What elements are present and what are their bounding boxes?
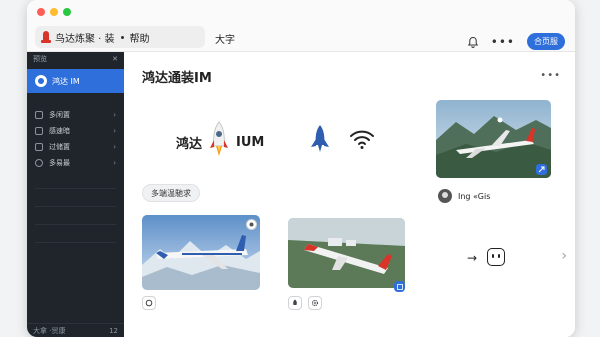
profile-label: Ing «Gis (458, 191, 491, 201)
sidebar-item-label: 过储置 (49, 143, 70, 151)
zoom-window-button[interactable] (63, 8, 71, 16)
minimize-window-button[interactable] (50, 8, 58, 16)
avatar (35, 75, 47, 87)
close-window-button[interactable] (37, 8, 45, 16)
sidebar-user-label: 鸿达 IM (52, 76, 80, 86)
chevron-right-icon: › (113, 111, 116, 119)
chevron-right-icon: › (113, 127, 116, 135)
favorite-icon[interactable] (246, 219, 257, 230)
sidebar-user-item[interactable]: 鸿达 IM (27, 69, 124, 93)
aircraft-image-card[interactable] (436, 100, 551, 178)
tab-main[interactable]: 鸟达炼聚 · 装 帮助 (35, 26, 205, 48)
face-icon[interactable] (487, 248, 505, 266)
sidebar-item-1[interactable]: 感速暗 › (27, 123, 124, 139)
aircraft-snow-mountain-image (142, 215, 260, 290)
aircraft-image-card[interactable] (288, 218, 405, 288)
wifi-icon (35, 159, 43, 167)
tab-help-label[interactable]: 帮助 (130, 30, 150, 45)
hero-banner: 鸿达 IUM (176, 120, 264, 164)
sidebar-footer-count: 12 (109, 326, 118, 335)
sidebar-divider (35, 232, 116, 243)
rocket-icon (309, 124, 331, 160)
avatar (438, 189, 452, 203)
close-icon[interactable]: ✕ (112, 55, 118, 63)
refresh-icon[interactable] (142, 296, 156, 310)
app-logo-icon (41, 31, 51, 43)
page-title: 鸿达通装IM (142, 71, 212, 86)
aircraft-runway-image (288, 218, 405, 288)
main-content: 鸿达通装IM ••• 鸿达 IUM Ing «Gis 多端温馳求 → › (124, 52, 575, 337)
sidebar-header: 预览 ✕ (27, 52, 124, 66)
sidebar-footer: 大拿 ·贸康 12 (27, 323, 124, 337)
hero-text-right: IUM (236, 134, 265, 150)
sidebar: 预览 ✕ 鸿达 IM 多闲置 › 感速暗 › 过储置 › 多易最 › 大拿 ·贸… (27, 52, 124, 337)
chevron-right-icon: › (113, 159, 116, 167)
sidebar-item-2[interactable]: 过储置 › (27, 139, 124, 155)
rocket-small-icon[interactable] (288, 296, 302, 310)
expand-badge-icon[interactable] (394, 281, 405, 292)
titlebar-actions: ••• 合页服 (467, 33, 565, 50)
aircraft-image-card[interactable] (142, 215, 260, 290)
shield-icon (35, 111, 43, 119)
filter-chip[interactable]: 多端温馳求 (142, 184, 200, 202)
chevron-right-icon: › (113, 143, 116, 151)
more-options-icon[interactable]: ••• (491, 36, 515, 48)
sidebar-footer-label[interactable]: 大拿 ·贸康 (33, 326, 65, 336)
sidebar-divider (35, 178, 116, 189)
image-icon (35, 127, 43, 135)
window-controls (37, 8, 71, 16)
tab-secondary[interactable]: 大字 (215, 31, 235, 46)
sidebar-item-0[interactable]: 多闲置 › (27, 107, 124, 123)
sidebar-item-label: 多闲置 (49, 111, 70, 119)
wifi-icon (349, 128, 375, 154)
sidebar-header-label: 预览 (33, 55, 47, 63)
hero-text-left: 鸿达 (176, 136, 203, 152)
sidebar-divider (35, 196, 116, 207)
tab-main-label: 鸟达炼聚 · 装 (55, 33, 115, 45)
sidebar-item-label: 感速暗 (49, 127, 70, 135)
sidebar-item-3[interactable]: 多易最 › (27, 155, 124, 171)
primary-action-button[interactable]: 合页服 (527, 33, 565, 50)
sidebar-divider (35, 214, 116, 225)
arrow-right-icon: → (467, 251, 478, 265)
gear-icon[interactable] (308, 296, 322, 310)
app-window: 鸟达炼聚 · 装 帮助 大字 ••• 合页服 预览 ✕ 鸿达 IM 多闲置 › … (27, 0, 575, 337)
aircraft-mountain-image (436, 100, 551, 178)
bell-icon[interactable] (467, 36, 479, 48)
chevron-right-icon[interactable]: › (561, 248, 567, 264)
expand-badge-icon[interactable] (536, 164, 547, 175)
folder-icon (35, 143, 43, 151)
profile-row[interactable]: Ing «Gis (438, 189, 490, 203)
title-bar: 鸟达炼聚 · 装 帮助 大字 ••• 合页服 (27, 0, 575, 52)
tab-separator-dot (120, 35, 124, 39)
more-options-icon[interactable]: ••• (540, 70, 561, 81)
rocket-icon (208, 120, 230, 164)
sidebar-item-label: 多易最 (49, 159, 70, 167)
